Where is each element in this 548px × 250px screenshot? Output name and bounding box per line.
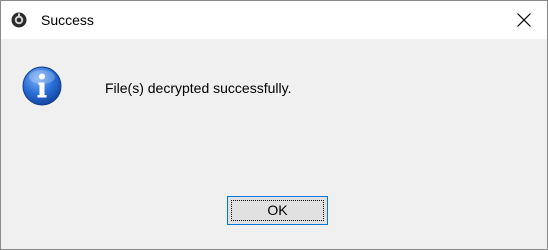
dialog-title: Success	[41, 12, 94, 28]
ok-button-label: OK	[267, 202, 288, 218]
ok-button[interactable]: OK	[227, 196, 328, 225]
success-dialog: Success File(s) decrypted successfully.	[0, 0, 548, 250]
information-icon	[22, 66, 62, 106]
title-bar: Success	[1, 1, 547, 39]
app-logo-icon	[11, 12, 27, 28]
close-button[interactable]	[501, 1, 547, 39]
close-icon	[517, 13, 531, 27]
dialog-message: File(s) decrypted successfully.	[105, 80, 292, 96]
